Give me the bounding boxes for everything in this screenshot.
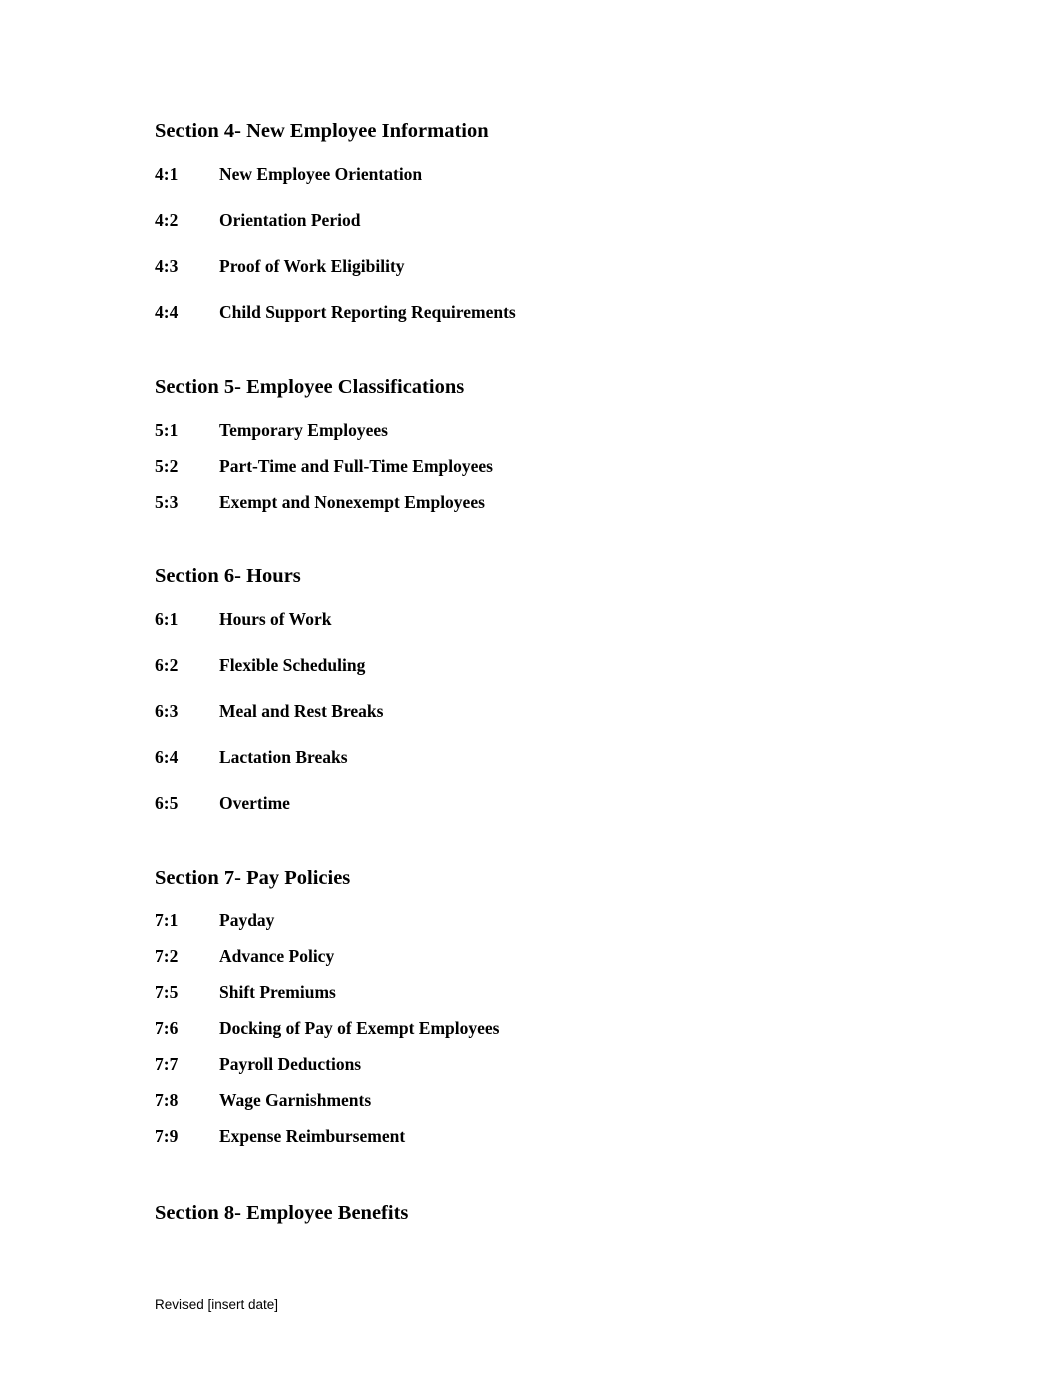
toc-entry-title: Exempt and Nonexempt Employees [219,492,485,512]
toc-entry-title: Expense Reimbursement [219,1126,406,1146]
toc-entry-title: Proof of Work Eligibility [219,256,405,276]
toc-entry-title: Payday [219,910,275,930]
toc-entry-title: Overtime [219,793,290,813]
toc-entry[interactable]: 4:3 Proof of Work Eligibility [155,256,945,277]
toc-entry[interactable]: 7:9 Expense Reimbursement [155,1126,945,1147]
document-page: Section 4- New Employee Information 4:1 … [0,0,1062,1377]
toc-entry-title: Part-Time and Full-Time Employees [219,456,493,476]
table-of-contents: Section 4- New Employee Information 4:1 … [155,119,945,1225]
toc-entry[interactable]: 7:5 Shift Premiums [155,982,945,1003]
section-block-8: Section 8- Employee Benefits [155,1201,945,1225]
toc-entry[interactable]: 7:6 Docking of Pay of Exempt Employees [155,1018,945,1039]
toc-entry-title: Advance Policy [219,946,335,966]
toc-entry[interactable]: 4:2 Orientation Period [155,210,945,231]
toc-entry-title: Flexible Scheduling [219,655,366,675]
toc-entry-title: Hours of Work [219,609,332,629]
toc-entry-number: 4:1 [155,164,179,184]
toc-entry-number: 5:3 [155,492,179,512]
section-item-list-7: 7:1 Payday 7:2 Advance Policy 7:5 Shift … [155,910,945,1147]
toc-entry-number: 7:9 [155,1126,179,1146]
section-item-list-6: 6:1 Hours of Work 6:2 Flexible Schedulin… [155,609,945,814]
section-heading-7: Section 7- Pay Policies [155,867,351,889]
section-heading-6: Section 6- Hours [155,565,301,587]
toc-entry-title: Docking of Pay of Exempt Employees [219,1018,500,1038]
toc-entry-title: Orientation Period [219,210,361,230]
toc-entry-title: Child Support Reporting Requirements [219,302,516,322]
toc-entry[interactable]: 7:7 Payroll Deductions [155,1054,945,1075]
toc-entry[interactable]: 6:3 Meal and Rest Breaks [155,701,945,722]
toc-entry-number: 7:2 [155,946,179,966]
toc-entry-number: 7:1 [155,910,179,930]
section-item-list-5: 5:1 Temporary Employees 5:2 Part-Time an… [155,420,945,513]
toc-entry-number: 7:7 [155,1054,179,1074]
toc-entry-number: 7:6 [155,1018,179,1038]
section-block-6: Section 6- Hours 6:1 Hours of Work 6:2 F… [155,564,945,814]
toc-entry-number: 4:4 [155,302,179,322]
toc-entry[interactable]: 5:2 Part-Time and Full-Time Employees [155,456,945,477]
toc-entry[interactable]: 6:4 Lactation Breaks [155,747,945,768]
toc-entry-number: 7:8 [155,1090,179,1110]
section-heading-8: Section 8- Employee Benefits [155,1202,409,1224]
toc-entry-number: 7:5 [155,982,179,1002]
toc-entry[interactable]: 7:2 Advance Policy [155,946,945,967]
toc-entry-title: Wage Garnishments [219,1090,372,1110]
toc-entry-number: 4:3 [155,256,179,276]
toc-entry[interactable]: 4:4 Child Support Reporting Requirements [155,302,945,323]
toc-entry-title: Shift Premiums [219,982,336,1002]
section-heading-5: Section 5- Employee Classifications [155,376,465,398]
section-block-7: Section 7- Pay Policies 7:1 Payday 7:2 A… [155,866,945,1147]
toc-entry[interactable]: 6:2 Flexible Scheduling [155,655,945,676]
toc-entry-number: 4:2 [155,210,179,230]
toc-entry[interactable]: 4:1 New Employee Orientation [155,164,945,185]
toc-entry-title: Payroll Deductions [219,1054,362,1074]
section-block-4: Section 4- New Employee Information 4:1 … [155,119,945,323]
section-heading-4: Section 4- New Employee Information [155,120,489,142]
toc-entry-title: Lactation Breaks [219,747,348,767]
section-item-list-4: 4:1 New Employee Orientation 4:2 Orienta… [155,164,945,323]
toc-entry-number: 5:1 [155,420,179,440]
toc-entry[interactable]: 7:8 Wage Garnishments [155,1090,945,1111]
toc-entry-number: 5:2 [155,456,179,476]
section-block-5: Section 5- Employee Classifications 5:1 … [155,375,945,513]
toc-entry-title: Temporary Employees [219,420,388,440]
toc-entry-number: 6:3 [155,701,179,721]
toc-entry-number: 6:4 [155,747,179,767]
toc-entry[interactable]: 7:1 Payday [155,910,945,931]
toc-entry-number: 6:5 [155,793,179,813]
revision-note: Revised [insert date] [155,1297,279,1312]
toc-entry-number: 6:1 [155,609,179,629]
toc-entry[interactable]: 5:3 Exempt and Nonexempt Employees [155,492,945,513]
toc-entry[interactable]: 6:5 Overtime [155,793,945,814]
toc-entry[interactable]: 5:1 Temporary Employees [155,420,945,441]
toc-entry-title: Meal and Rest Breaks [219,701,384,721]
toc-entry-number: 6:2 [155,655,179,675]
toc-entry-title: New Employee Orientation [219,164,423,184]
toc-entry[interactable]: 6:1 Hours of Work [155,609,945,630]
